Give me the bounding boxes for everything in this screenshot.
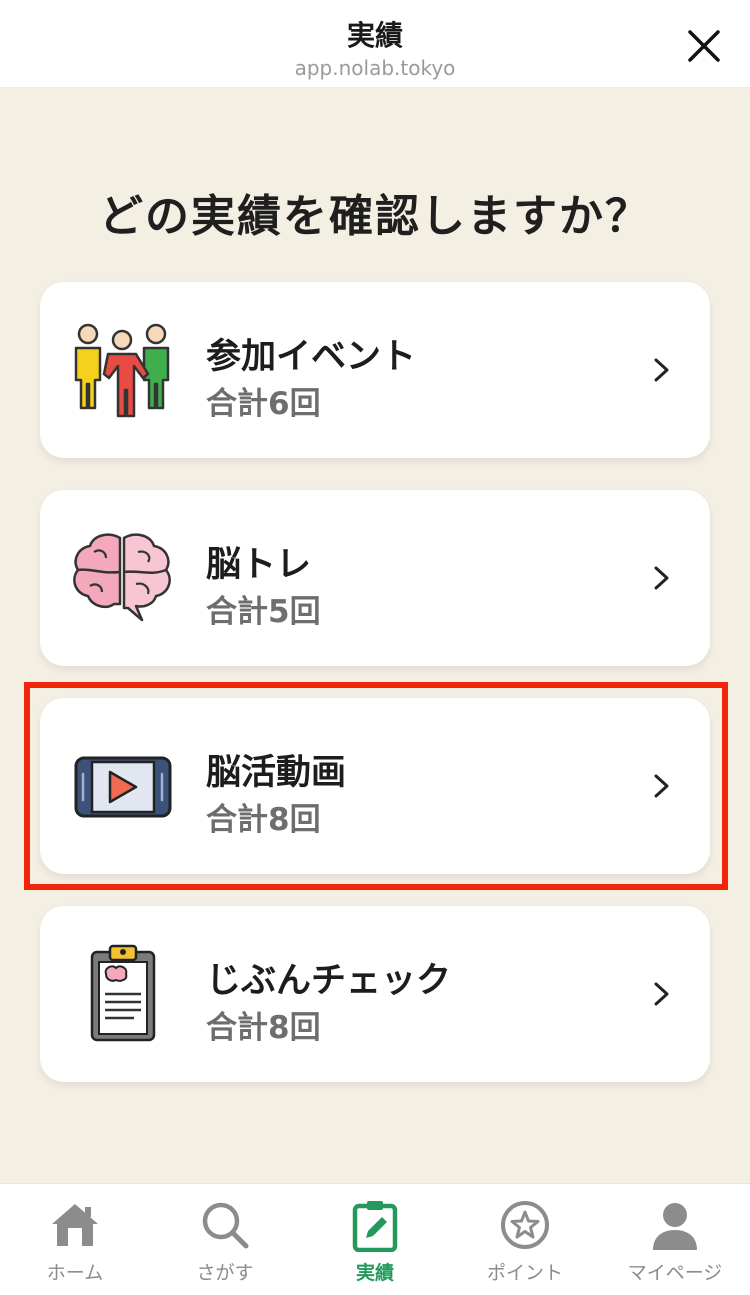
page-url: app.nolab.tokyo xyxy=(294,56,456,80)
search-icon xyxy=(202,1202,249,1249)
card-count: 合計8回 xyxy=(206,1010,321,1046)
tab-label: さがす xyxy=(196,1262,254,1284)
tab-mypage[interactable]: マイページ xyxy=(600,1184,750,1295)
tab-search[interactable]: さがす xyxy=(150,1184,300,1295)
card-count: 合計5回 xyxy=(206,594,321,630)
card-label: 脳トレ xyxy=(206,545,312,585)
highlight-frame xyxy=(24,682,728,890)
chevron-right-icon xyxy=(654,566,669,590)
people-icon xyxy=(74,323,170,418)
user-icon xyxy=(653,1203,697,1250)
star-circle-icon xyxy=(501,1201,549,1249)
card-label: 参加イベント xyxy=(206,337,417,377)
section-heading: どの実績を確認しますか？ xyxy=(99,191,651,242)
brain-puzzle-icon xyxy=(73,533,171,622)
chevron-right-icon xyxy=(654,358,669,382)
close-icon[interactable] xyxy=(686,28,722,64)
card-events[interactable]: 参加イベント 合計6回 xyxy=(40,282,710,458)
tab-achievements[interactable]: 実績 xyxy=(300,1184,450,1295)
card-brain-training[interactable]: 脳トレ 合計5回 xyxy=(40,490,710,666)
home-icon xyxy=(52,1204,98,1246)
page-title: 実績 xyxy=(346,19,403,52)
clipboard-edit-icon xyxy=(352,1201,398,1252)
tab-label: マイページ xyxy=(627,1262,723,1284)
tab-home[interactable]: ホーム xyxy=(0,1184,150,1295)
tab-label: ポイント xyxy=(486,1262,563,1284)
tab-points[interactable]: ポイント xyxy=(450,1184,600,1295)
top-bar: 実績 app.nolab.tokyo xyxy=(0,0,750,88)
card-label: じぶんチェック xyxy=(206,961,452,1001)
tab-label: 実績 xyxy=(355,1262,394,1284)
clipboard-icon xyxy=(90,944,156,1042)
tab-label: ホーム xyxy=(46,1262,104,1284)
bottom-tab-bar: ホーム さがす 実績 ポイント マイページ xyxy=(0,1183,750,1295)
card-count: 合計6回 xyxy=(206,386,321,422)
card-self-check[interactable]: じぶんチェック 合計8回 xyxy=(40,906,710,1082)
chevron-right-icon xyxy=(654,982,669,1006)
